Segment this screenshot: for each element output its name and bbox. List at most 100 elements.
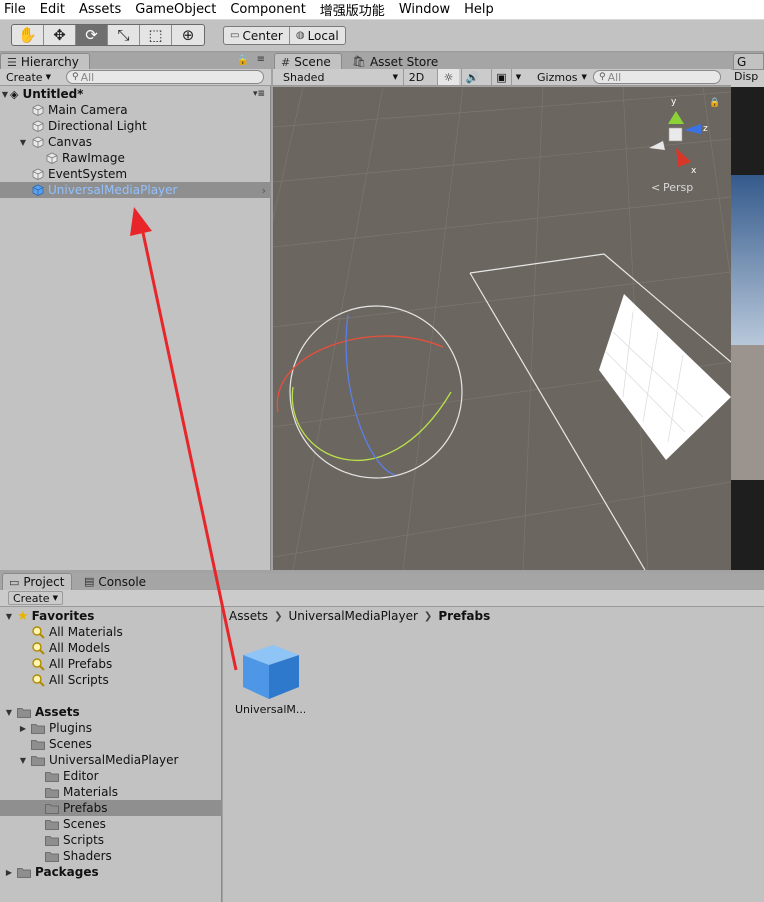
folder-editor[interactable]: Editor bbox=[0, 768, 222, 784]
chevron-right-icon: ❯ bbox=[274, 610, 283, 622]
hand-tool-button[interactable]: ✋ bbox=[12, 25, 44, 45]
folder-prefabs[interactable]: Prefabs bbox=[0, 800, 222, 816]
favorite-item-all-materials[interactable]: All Materials bbox=[0, 624, 222, 640]
tab-game[interactable]: G bbox=[733, 53, 764, 70]
favorite-item-all-models[interactable]: All Models bbox=[0, 640, 222, 656]
tab-hierarchy[interactable]: ☰ Hierarchy bbox=[0, 53, 90, 70]
folder-label: Scenes bbox=[49, 737, 92, 751]
breadcrumb-prefabs[interactable]: Prefabs bbox=[438, 609, 490, 623]
pivot-label: Center bbox=[242, 28, 283, 43]
effects-dropdown[interactable]: ▼ bbox=[511, 69, 525, 85]
folder-ump-scenes[interactable]: Scenes bbox=[0, 816, 222, 832]
fold-open-icon[interactable]: ▼ bbox=[0, 90, 10, 99]
packages-root-row[interactable]: ▶ Packages bbox=[0, 864, 222, 880]
scene-menu-icon[interactable]: ▾≡ bbox=[253, 89, 265, 99]
audio-toggle[interactable]: 🔊 bbox=[461, 69, 483, 85]
space-local-button[interactable]: ◍ Local bbox=[290, 27, 345, 44]
hierarchy-item-main-camera[interactable]: Main Camera bbox=[0, 102, 271, 118]
raw-image-plane bbox=[599, 294, 731, 460]
asset-item-universalmediaplayer-prefab[interactable]: UniversalM... bbox=[235, 641, 305, 716]
hierarchy-search-input[interactable]: ⚲ All bbox=[66, 70, 264, 84]
rect-tool-button[interactable]: ⬚ bbox=[140, 25, 172, 45]
lighting-toggle[interactable]: ☼ bbox=[437, 69, 459, 85]
folder-universalmediaplayer[interactable]: ▼ UniversalMediaPlayer bbox=[0, 752, 222, 768]
fold-closed-icon[interactable]: ▶ bbox=[4, 868, 14, 877]
folder-scripts[interactable]: Scripts bbox=[0, 832, 222, 848]
scene-search-input[interactable]: ⚲ All bbox=[593, 70, 721, 84]
display-dropdown[interactable]: Disp bbox=[734, 70, 758, 83]
gizmos-label: Gizmos bbox=[537, 70, 578, 84]
menu-window[interactable]: Window bbox=[399, 2, 450, 17]
projection-label[interactable]: Persp bbox=[663, 181, 693, 194]
tab-console[interactable]: ▤ Console bbox=[78, 573, 156, 590]
folder-label: Editor bbox=[63, 769, 99, 783]
fold-closed-icon[interactable]: ▶ bbox=[18, 724, 28, 733]
rotate-tool-button[interactable]: ⟳ bbox=[76, 25, 108, 45]
gameobject-cube-icon bbox=[46, 152, 58, 164]
breadcrumb-universalmediaplayer[interactable]: UniversalMediaPlayer bbox=[288, 609, 417, 623]
transform-tool-button[interactable]: ⊕ bbox=[172, 25, 204, 45]
favorite-item-all-prefabs[interactable]: All Prefabs bbox=[0, 656, 222, 672]
fold-open-icon[interactable]: ▼ bbox=[18, 756, 28, 765]
folder-icon bbox=[17, 867, 31, 878]
hierarchy-item-canvas[interactable]: ▼ Canvas bbox=[0, 134, 271, 150]
tab-project[interactable]: ▭ Project bbox=[2, 573, 72, 590]
rotate-icon: ⟳ bbox=[85, 26, 98, 44]
folder-materials[interactable]: Materials bbox=[0, 784, 222, 800]
star-icon: ★ bbox=[17, 608, 29, 624]
scale-tool-button[interactable]: ⤡ bbox=[108, 25, 140, 45]
tab-scene[interactable]: # Scene bbox=[274, 53, 342, 70]
pivot-center-button[interactable]: ▭ Center bbox=[224, 27, 290, 44]
panel-menu-icon[interactable]: ≡ bbox=[257, 54, 265, 65]
menu-enhanced[interactable]: 增强版功能 bbox=[320, 0, 385, 19]
shading-mode-dropdown[interactable]: Shaded ▼ bbox=[283, 70, 398, 84]
list-icon: ☰ bbox=[7, 55, 17, 69]
folder-scenes[interactable]: Scenes bbox=[0, 736, 222, 752]
effects-toggle[interactable]: ▣ bbox=[491, 69, 511, 85]
favorite-item-all-scripts[interactable]: All Scripts bbox=[0, 672, 222, 688]
folder-shaders[interactable]: Shaders bbox=[0, 848, 222, 864]
hierarchy-create-dropdown[interactable]: Create ▼ bbox=[6, 70, 51, 84]
menu-assets[interactable]: Assets bbox=[79, 2, 121, 17]
create-label: Create bbox=[6, 70, 43, 84]
chevron-right-icon[interactable]: › bbox=[262, 184, 266, 197]
project-create-dropdown[interactable]: Create ▼ bbox=[8, 591, 63, 605]
hierarchy-item-eventsystem[interactable]: EventSystem bbox=[0, 166, 271, 182]
assets-root-row[interactable]: ▼ Assets bbox=[0, 704, 222, 720]
gizmos-dropdown[interactable]: Gizmos ▼ bbox=[537, 70, 587, 84]
hierarchy-item-rawimage[interactable]: RawImage bbox=[0, 150, 271, 166]
favorites-row[interactable]: ▼ ★ Favorites bbox=[0, 608, 222, 624]
gameobject-cube-icon bbox=[32, 120, 44, 132]
menu-component[interactable]: Component bbox=[230, 2, 305, 17]
gizmo-lock-icon[interactable]: 🔒 bbox=[709, 97, 720, 108]
hierarchy-item-directional-light[interactable]: Directional Light bbox=[0, 118, 271, 134]
folder-plugins[interactable]: ▶ Plugins bbox=[0, 720, 222, 736]
toggle-2d-button[interactable]: 2D bbox=[403, 69, 429, 85]
menu-file[interactable]: File bbox=[4, 2, 26, 17]
game-canvas bbox=[731, 87, 764, 570]
hierarchy-item-universalmediaplayer[interactable]: UniversalMediaPlayer › bbox=[0, 182, 271, 198]
menu-edit[interactable]: Edit bbox=[40, 2, 65, 17]
breadcrumb-assets[interactable]: Assets bbox=[229, 609, 268, 623]
hierarchy-toolbar: Create ▼ ⚲ All bbox=[0, 69, 271, 86]
game-sky bbox=[731, 175, 764, 345]
move-tool-button[interactable]: ✥ bbox=[44, 25, 76, 45]
fold-open-icon[interactable]: ▼ bbox=[18, 138, 28, 147]
fold-open-icon[interactable]: ▼ bbox=[4, 708, 14, 717]
tab-asset-store[interactable]: 🛍 Asset Store bbox=[346, 53, 446, 70]
orientation-gizmo[interactable] bbox=[649, 111, 701, 167]
fold-open-icon[interactable]: ▼ bbox=[4, 612, 14, 621]
favorites-label: Favorites bbox=[31, 609, 95, 623]
game-viewport[interactable] bbox=[731, 87, 764, 570]
menu-gameobject[interactable]: GameObject bbox=[135, 2, 216, 17]
scene-viewport[interactable]: y z x 🔒 < Persp bbox=[273, 87, 731, 570]
hierarchy-item-label: Directional Light bbox=[48, 119, 147, 133]
scene-root-row[interactable]: ▼ ◈ Untitled* ▾≡ bbox=[0, 86, 271, 102]
axis-x-label: x bbox=[691, 166, 697, 176]
menu-help[interactable]: Help bbox=[464, 2, 494, 17]
game-panel: G Disp bbox=[731, 53, 764, 570]
lock-icon[interactable]: 🔒 bbox=[237, 55, 249, 66]
caret-down-icon: ▼ bbox=[515, 73, 522, 81]
project-tabstrip: ▭ Project ▤ Console bbox=[0, 573, 764, 590]
scene-name: Untitled* bbox=[22, 87, 84, 101]
